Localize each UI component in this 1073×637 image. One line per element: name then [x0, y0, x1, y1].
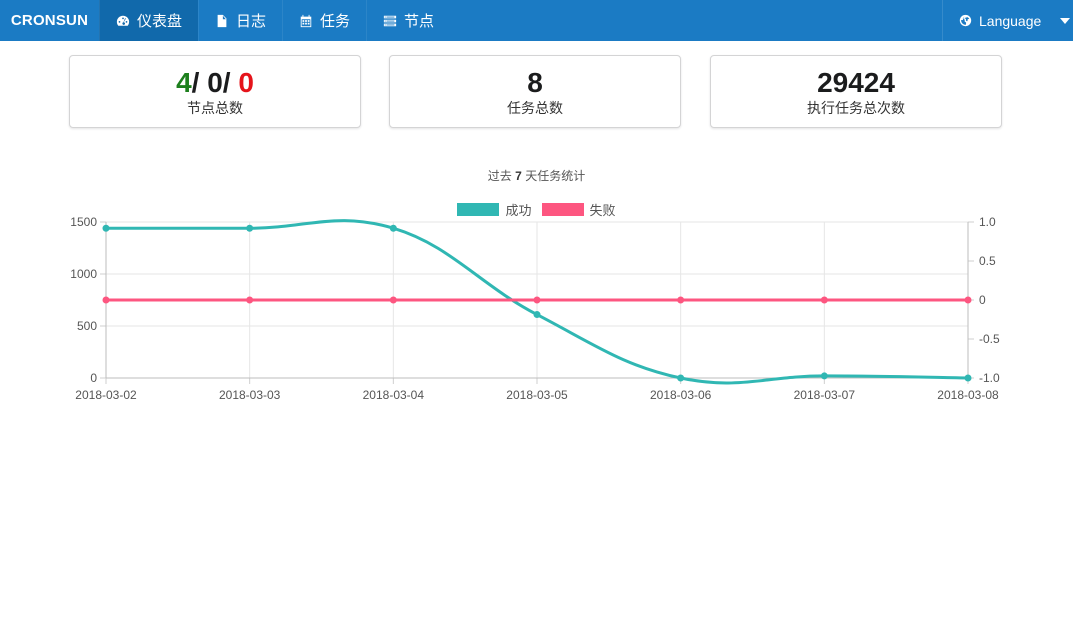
x-tick-label: 2018-03-07: [794, 388, 856, 402]
data-point-fail: [677, 296, 685, 304]
y-right-tick-label: 0: [979, 293, 986, 307]
y-right-tick-label: -1.0: [979, 371, 1000, 385]
data-point-fail: [964, 296, 972, 304]
x-tick-label: 2018-03-08: [937, 388, 999, 402]
x-tick-label: 2018-03-03: [219, 388, 281, 402]
data-point-fail: [102, 296, 110, 304]
x-tick-label: 2018-03-06: [650, 388, 712, 402]
data-point-fail: [533, 296, 541, 304]
data-point-success: [964, 374, 972, 382]
data-point-success: [533, 311, 541, 319]
data-point-fail: [389, 296, 397, 304]
data-point-fail: [820, 296, 828, 304]
x-tick-label: 2018-03-02: [75, 388, 137, 402]
x-tick-label: 2018-03-05: [506, 388, 568, 402]
task-stats-chart: 1500 1000 500 0 1.0 0.5 0 -0.5 -1.0 2018-03-02 201…: [70, 215, 1000, 402]
data-point-success: [677, 374, 685, 382]
x-tick-label: 2018-03-04: [363, 388, 425, 402]
y-left-tick-label: 1500: [70, 215, 97, 229]
data-point-success: [820, 372, 828, 380]
y-right-tick-label: 0.5: [979, 254, 996, 268]
y-left-tick-label: 500: [77, 319, 97, 333]
data-point-success: [102, 224, 110, 232]
y-right-tick-label: -0.5: [979, 332, 1000, 346]
y-right-tick-label: 1.0: [979, 215, 996, 229]
y-left-tick-label: 0: [90, 371, 97, 385]
data-point-success: [246, 224, 254, 232]
data-point-success: [389, 224, 397, 232]
y-left-tick-label: 1000: [70, 267, 97, 281]
data-point-fail: [246, 296, 254, 304]
